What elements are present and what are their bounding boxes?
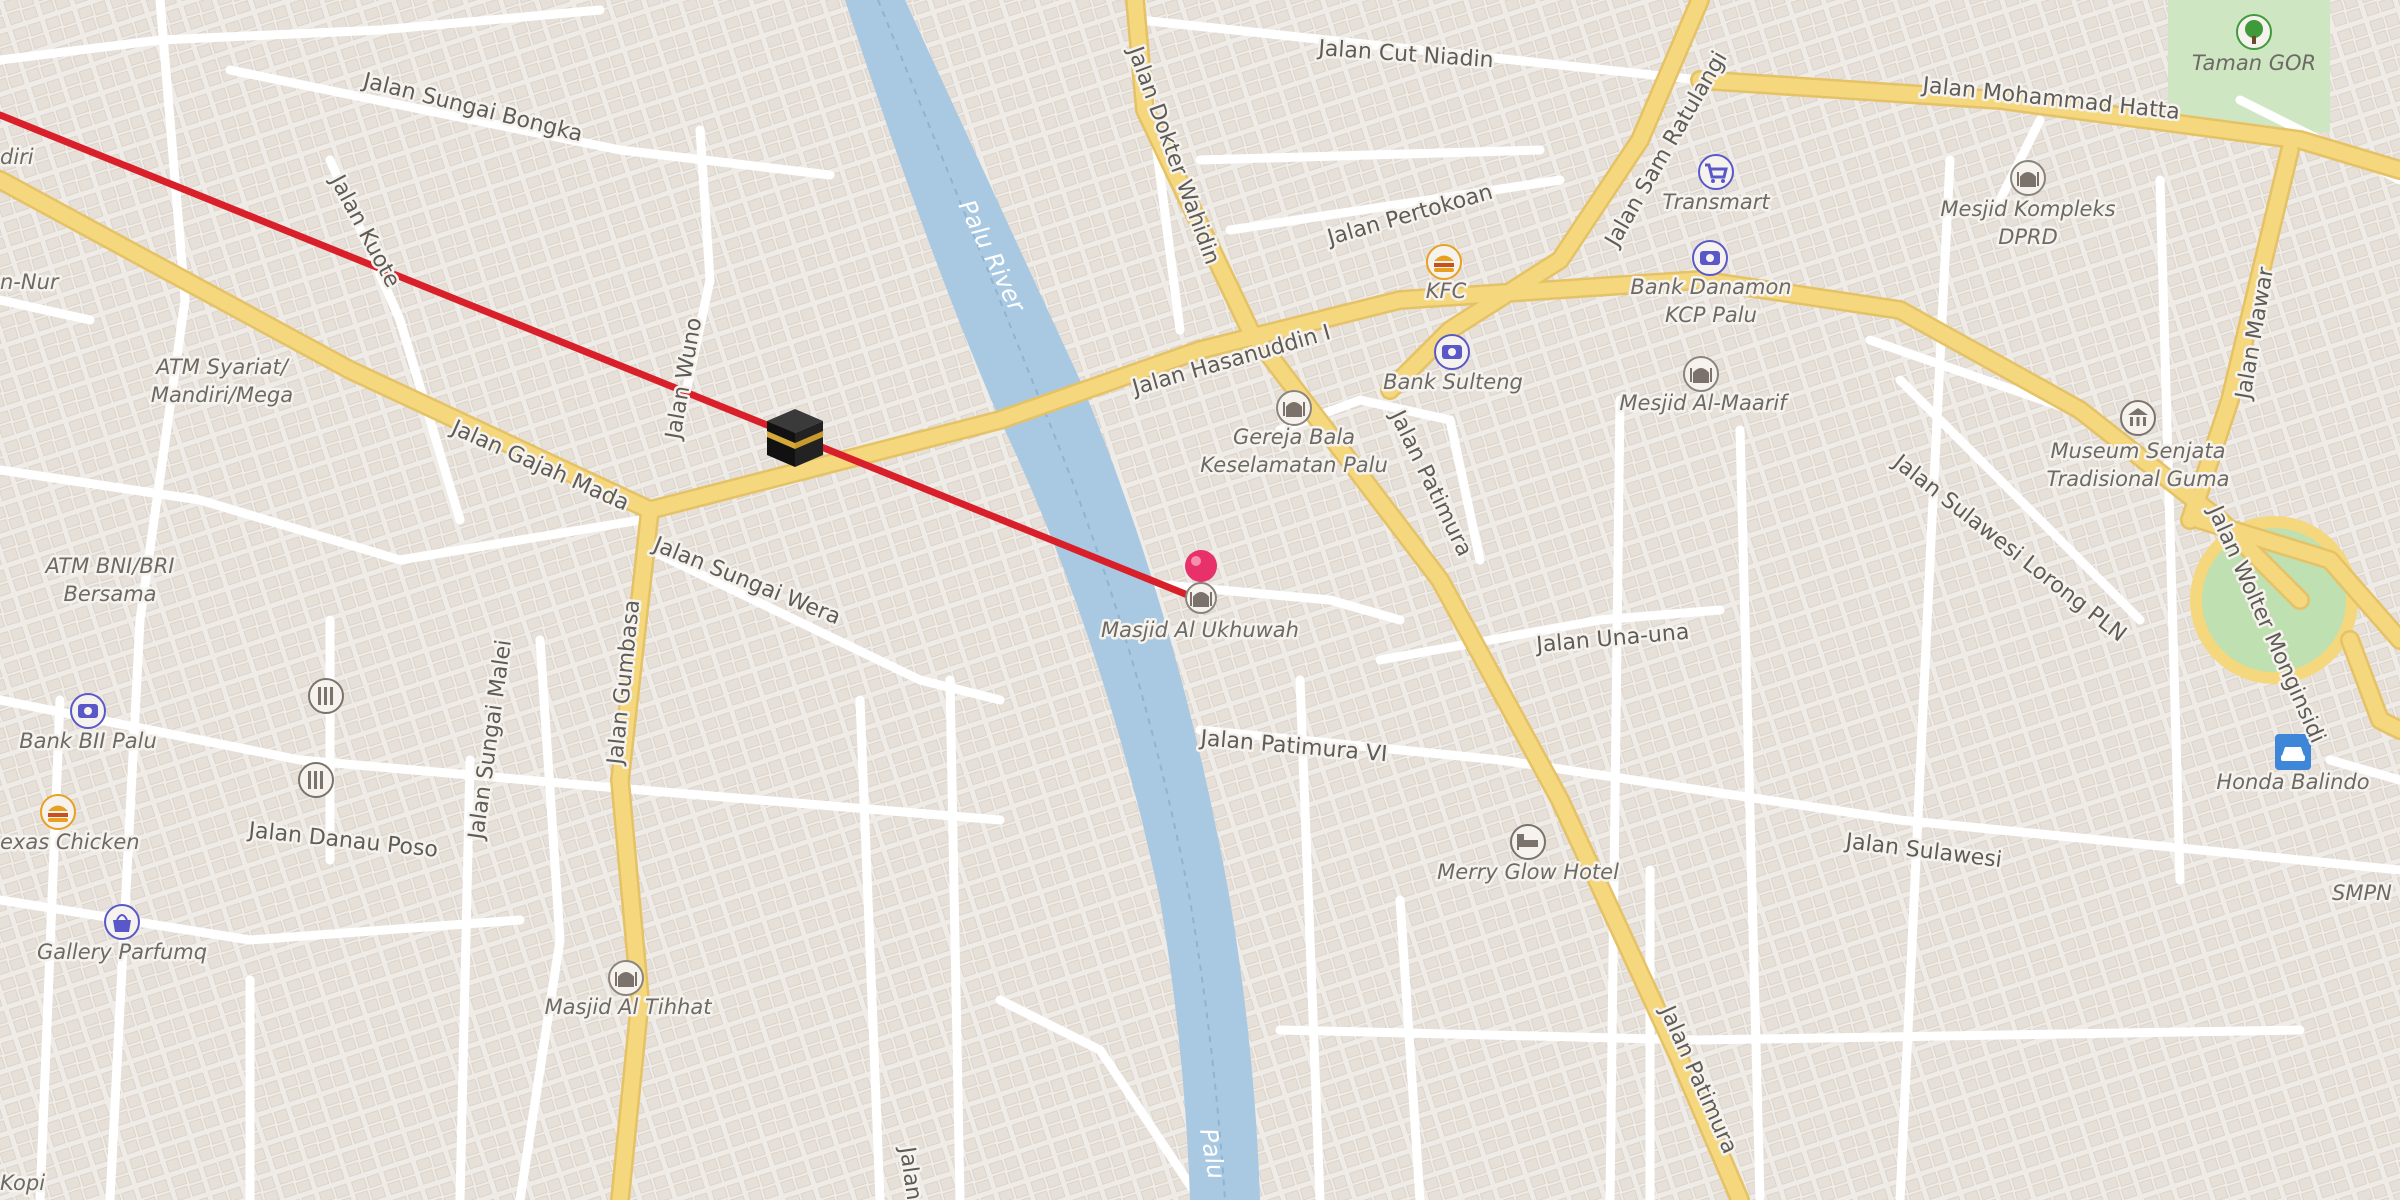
kaaba-icon[interactable] bbox=[767, 409, 823, 467]
tree-icon[interactable] bbox=[2236, 14, 2272, 50]
poi-label-museum-2[interactable]: Tradisional Guma bbox=[2044, 465, 2232, 494]
poi-label-masjid-ukhuwah[interactable]: Masjid Al Ukhuwah bbox=[1099, 616, 1302, 645]
poi-label-diri[interactable]: diri bbox=[0, 143, 36, 172]
poi-label-museum[interactable]: Museum Senjata bbox=[2048, 437, 2228, 466]
mosque-icon[interactable] bbox=[2010, 160, 2046, 196]
fast-food-icon[interactable] bbox=[1426, 244, 1462, 280]
mosque-icon[interactable] bbox=[1683, 356, 1719, 392]
mosque-icon[interactable] bbox=[1185, 582, 1217, 614]
poi-label-atm-bni[interactable]: ATM BNI/BRI bbox=[41, 552, 177, 581]
poi-label-gallery[interactable]: Gallery Parfumq bbox=[34, 938, 209, 967]
mosque-icon[interactable] bbox=[608, 960, 644, 996]
bed-icon[interactable] bbox=[1510, 824, 1546, 860]
poi-label-kfc[interactable]: KFC bbox=[1423, 277, 1469, 306]
bank-icon[interactable] bbox=[1434, 334, 1470, 370]
library-icon[interactable] bbox=[308, 678, 344, 714]
poi-label-texas[interactable]: exas Chicken bbox=[0, 828, 142, 857]
poi-label-honda[interactable]: Honda Balindo bbox=[2214, 768, 2372, 797]
poi-label-bank-bii[interactable]: Bank BII Palu bbox=[17, 727, 160, 756]
poi-label-taman-gor[interactable]: Taman GOR bbox=[2192, 51, 2316, 75]
poi-label-gereja[interactable]: Gereja Bala bbox=[1230, 423, 1357, 452]
poi-label-atm-syariah[interactable]: ATM Syariat/ bbox=[152, 353, 293, 382]
poi-label-transmart[interactable]: Transmart bbox=[1660, 188, 1773, 217]
poi-label-kopi[interactable]: Kopi bbox=[0, 1169, 48, 1198]
map-canvas[interactable]: Palu River Palu Jalan Gajah Mada Jalan H… bbox=[0, 0, 2400, 1200]
fast-food-icon[interactable] bbox=[40, 794, 76, 830]
poi-label-an-nur[interactable]: n-Nur bbox=[0, 268, 62, 297]
shopping-cart-icon[interactable] bbox=[1698, 154, 1734, 190]
museum-icon[interactable] bbox=[2120, 400, 2156, 436]
poi-label-bank-danamon-2[interactable]: KCP Palu bbox=[1663, 301, 1760, 330]
bank-icon[interactable] bbox=[1692, 240, 1728, 276]
mosque-icon[interactable] bbox=[1276, 390, 1312, 426]
poi-label-merry-glow[interactable]: Merry Glow Hotel bbox=[1435, 858, 1622, 887]
poi-label-mesjid-maarif[interactable]: Mesjid Al-Maarif bbox=[1617, 389, 1793, 418]
poi-label-smpn[interactable]: SMPN bbox=[2330, 879, 2395, 908]
poi-label-masjid-tihhat[interactable]: Masjid Al Tihhat bbox=[542, 993, 715, 1022]
poi-label-atm-bni-2[interactable]: Bersama bbox=[61, 580, 159, 609]
poi-label-bank-sulteng[interactable]: Bank Sulteng bbox=[1381, 368, 1526, 397]
poi-label-bank-danamon[interactable]: Bank Danamon bbox=[1628, 273, 1794, 302]
shopping-bag-icon[interactable] bbox=[104, 904, 140, 940]
poi-label-mesjid-dprd-2[interactable]: DPRD bbox=[1996, 223, 2061, 252]
poi-label-gereja-2[interactable]: Keselamatan Palu bbox=[1198, 451, 1391, 480]
bank-icon[interactable] bbox=[70, 693, 106, 729]
library-icon[interactable] bbox=[298, 762, 334, 798]
poi-label-mesjid-dprd[interactable]: Mesjid Kompleks bbox=[1938, 195, 2118, 224]
poi-label-atm-syariah-2[interactable]: Mandiri/Mega bbox=[148, 381, 295, 410]
